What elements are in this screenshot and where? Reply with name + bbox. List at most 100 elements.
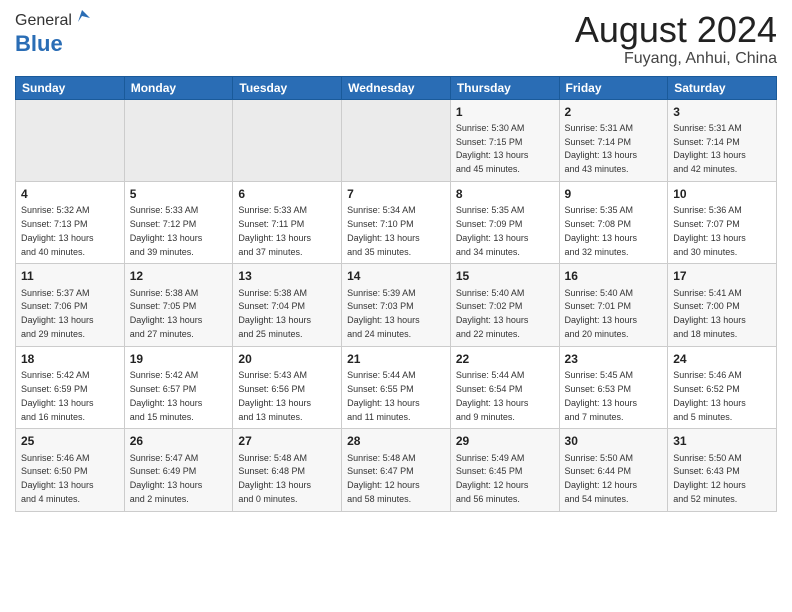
calendar-cell: 5 Sunrise: 5:33 AM Sunset: 7:12 PM Daylig… (124, 182, 233, 264)
calendar-cell: 13 Sunrise: 5:38 AM Sunset: 7:04 PM Dayli… (233, 264, 342, 346)
day-info: Sunrise: 5:47 AM Sunset: 6:49 PM Dayligh… (130, 453, 203, 504)
calendar-cell: 6 Sunrise: 5:33 AM Sunset: 7:11 PM Daylig… (233, 182, 342, 264)
day-info: Sunrise: 5:46 AM Sunset: 6:52 PM Dayligh… (673, 370, 746, 421)
day-info: Sunrise: 5:38 AM Sunset: 7:04 PM Dayligh… (238, 288, 311, 339)
day-info: Sunrise: 5:31 AM Sunset: 7:14 PM Dayligh… (565, 123, 638, 174)
calendar-cell: 21 Sunrise: 5:44 AM Sunset: 6:55 PM Dayli… (342, 346, 451, 428)
calendar-cell: 18Sunrise: 5:42 AM Sunset: 6:59 PM Dayli… (16, 346, 125, 428)
day-number: 13 (238, 268, 336, 284)
day-info: Sunrise: 5:40 AM Sunset: 7:02 PM Dayligh… (456, 288, 529, 339)
calendar-cell: 30 Sunrise: 5:50 AM Sunset: 6:44 PM Dayli… (559, 429, 668, 511)
calendar-cell: 12Sunrise: 5:38 AM Sunset: 7:05 PM Dayli… (124, 264, 233, 346)
calendar-cell: 17 Sunrise: 5:41 AM Sunset: 7:00 PM Dayli… (668, 264, 777, 346)
logo: General Blue (15, 10, 90, 57)
calendar-cell: 28Sunrise: 5:48 AM Sunset: 6:47 PM Dayli… (342, 429, 451, 511)
day-number: 12 (130, 268, 228, 284)
calendar-cell: 10 Sunrise: 5:36 AM Sunset: 7:07 PM Dayli… (668, 182, 777, 264)
calendar-header-saturday: Saturday (668, 76, 777, 99)
calendar-cell: 19 Sunrise: 5:42 AM Sunset: 6:57 PM Dayli… (124, 346, 233, 428)
day-number: 10 (673, 186, 771, 202)
day-number: 4 (21, 186, 119, 202)
day-info: Sunrise: 5:50 AM Sunset: 6:43 PM Dayligh… (673, 453, 746, 504)
day-info: Sunrise: 5:44 AM Sunset: 6:55 PM Dayligh… (347, 370, 420, 421)
calendar-cell: 29 Sunrise: 5:49 AM Sunset: 6:45 PM Dayli… (450, 429, 559, 511)
day-number: 6 (238, 186, 336, 202)
day-number: 3 (673, 104, 771, 120)
day-number: 26 (130, 433, 228, 449)
calendar-cell: 22Sunrise: 5:44 AM Sunset: 6:54 PM Dayli… (450, 346, 559, 428)
day-info: Sunrise: 5:46 AM Sunset: 6:50 PM Dayligh… (21, 453, 94, 504)
day-info: Sunrise: 5:40 AM Sunset: 7:01 PM Dayligh… (565, 288, 638, 339)
day-info: Sunrise: 5:33 AM Sunset: 7:12 PM Dayligh… (130, 205, 203, 256)
day-number: 8 (456, 186, 554, 202)
day-info: Sunrise: 5:43 AM Sunset: 6:56 PM Dayligh… (238, 370, 311, 421)
day-info: Sunrise: 5:35 AM Sunset: 7:08 PM Dayligh… (565, 205, 638, 256)
day-number: 25 (21, 433, 119, 449)
calendar-cell: 8 Sunrise: 5:35 AM Sunset: 7:09 PM Daylig… (450, 182, 559, 264)
calendar-cell: 26 Sunrise: 5:47 AM Sunset: 6:49 PM Dayli… (124, 429, 233, 511)
day-number: 31 (673, 433, 771, 449)
calendar-cell (124, 99, 233, 181)
calendar-header-row: SundayMondayTuesdayWednesdayThursdayFrid… (16, 76, 777, 99)
day-number: 18 (21, 351, 119, 367)
day-info: Sunrise: 5:45 AM Sunset: 6:53 PM Dayligh… (565, 370, 638, 421)
calendar-cell: 15 Sunrise: 5:40 AM Sunset: 7:02 PM Dayli… (450, 264, 559, 346)
day-info: Sunrise: 5:41 AM Sunset: 7:00 PM Dayligh… (673, 288, 746, 339)
calendar-week-row: 25 Sunrise: 5:46 AM Sunset: 6:50 PM Dayli… (16, 429, 777, 511)
calendar-cell (16, 99, 125, 181)
day-info: Sunrise: 5:34 AM Sunset: 7:10 PM Dayligh… (347, 205, 420, 256)
day-info: Sunrise: 5:35 AM Sunset: 7:09 PM Dayligh… (456, 205, 529, 256)
logo-bird-icon (74, 8, 90, 24)
calendar-week-row: 4 Sunrise: 5:32 AM Sunset: 7:13 PM Daylig… (16, 182, 777, 264)
day-number: 15 (456, 268, 554, 284)
sub-title: Fuyang, Anhui, China (575, 50, 777, 68)
day-number: 22 (456, 351, 554, 367)
calendar-cell: 7 Sunrise: 5:34 AM Sunset: 7:10 PM Daylig… (342, 182, 451, 264)
day-number: 21 (347, 351, 445, 367)
page: General Blue August 2024 Fuyang, Anhui, … (0, 0, 792, 612)
calendar-week-row: 18Sunrise: 5:42 AM Sunset: 6:59 PM Dayli… (16, 346, 777, 428)
calendar-cell (342, 99, 451, 181)
day-info: Sunrise: 5:33 AM Sunset: 7:11 PM Dayligh… (238, 205, 311, 256)
day-number: 7 (347, 186, 445, 202)
calendar-cell: 20 Sunrise: 5:43 AM Sunset: 6:56 PM Dayli… (233, 346, 342, 428)
day-number: 2 (565, 104, 663, 120)
day-info: Sunrise: 5:49 AM Sunset: 6:45 PM Dayligh… (456, 453, 529, 504)
calendar-week-row: 11 Sunrise: 5:37 AM Sunset: 7:06 PM Dayli… (16, 264, 777, 346)
calendar-week-row: 1 Sunrise: 5:30 AM Sunset: 7:15 PM Daylig… (16, 99, 777, 181)
day-info: Sunrise: 5:30 AM Sunset: 7:15 PM Dayligh… (456, 123, 529, 174)
calendar-cell: 23 Sunrise: 5:45 AM Sunset: 6:53 PM Dayli… (559, 346, 668, 428)
calendar-cell: 16Sunrise: 5:40 AM Sunset: 7:01 PM Dayli… (559, 264, 668, 346)
day-number: 11 (21, 268, 119, 284)
calendar-cell: 9Sunrise: 5:35 AM Sunset: 7:08 PM Daylig… (559, 182, 668, 264)
day-number: 5 (130, 186, 228, 202)
day-number: 24 (673, 351, 771, 367)
calendar-cell: 1 Sunrise: 5:30 AM Sunset: 7:15 PM Daylig… (450, 99, 559, 181)
day-info: Sunrise: 5:48 AM Sunset: 6:47 PM Dayligh… (347, 453, 420, 504)
day-info: Sunrise: 5:32 AM Sunset: 7:13 PM Dayligh… (21, 205, 94, 256)
calendar-header-thursday: Thursday (450, 76, 559, 99)
day-info: Sunrise: 5:42 AM Sunset: 6:57 PM Dayligh… (130, 370, 203, 421)
day-info: Sunrise: 5:50 AM Sunset: 6:44 PM Dayligh… (565, 453, 638, 504)
day-number: 23 (565, 351, 663, 367)
day-number: 30 (565, 433, 663, 449)
calendar-cell: 25 Sunrise: 5:46 AM Sunset: 6:50 PM Dayli… (16, 429, 125, 511)
day-number: 19 (130, 351, 228, 367)
day-number: 17 (673, 268, 771, 284)
calendar-header-tuesday: Tuesday (233, 76, 342, 99)
logo-general-text: General (15, 12, 72, 30)
calendar-cell: 4 Sunrise: 5:32 AM Sunset: 7:13 PM Daylig… (16, 182, 125, 264)
day-number: 27 (238, 433, 336, 449)
day-number: 29 (456, 433, 554, 449)
header: General Blue August 2024 Fuyang, Anhui, … (15, 10, 777, 68)
day-info: Sunrise: 5:48 AM Sunset: 6:48 PM Dayligh… (238, 453, 311, 504)
calendar-header-monday: Monday (124, 76, 233, 99)
calendar-table: SundayMondayTuesdayWednesdayThursdayFrid… (15, 76, 777, 512)
calendar-cell: 27 Sunrise: 5:48 AM Sunset: 6:48 PM Dayli… (233, 429, 342, 511)
day-info: Sunrise: 5:37 AM Sunset: 7:06 PM Dayligh… (21, 288, 94, 339)
logo-blue-text: Blue (15, 31, 63, 56)
calendar-cell: 14Sunrise: 5:39 AM Sunset: 7:03 PM Dayli… (342, 264, 451, 346)
day-number: 20 (238, 351, 336, 367)
day-number: 1 (456, 104, 554, 120)
day-info: Sunrise: 5:36 AM Sunset: 7:07 PM Dayligh… (673, 205, 746, 256)
